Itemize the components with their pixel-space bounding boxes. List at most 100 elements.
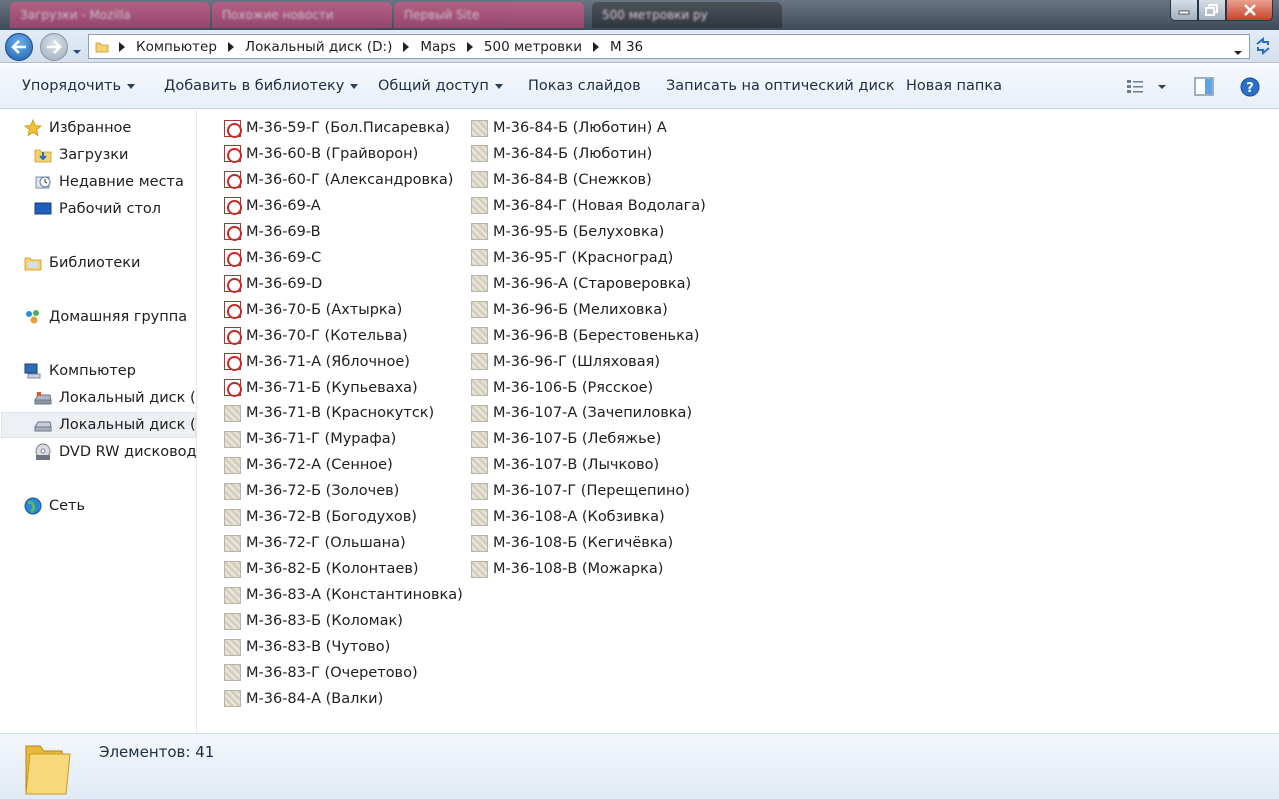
image-file-icon bbox=[224, 638, 241, 656]
file-item[interactable]: M-36-72-Б (Золочев) bbox=[224, 481, 399, 501]
file-item[interactable]: M-36-108-Б (Кегичёвка) bbox=[471, 533, 673, 553]
file-item[interactable]: M-36-60-В (Грайворон) bbox=[224, 144, 418, 164]
file-name: M-36-107-Б (Лебяжье) bbox=[493, 431, 662, 448]
file-item[interactable]: M-36-59-Г (Бол.Писаревка) bbox=[224, 118, 450, 138]
file-item[interactable]: M-36-83-Г (Очеретово) bbox=[224, 663, 418, 683]
image-file-icon bbox=[224, 508, 241, 526]
file-item[interactable]: M-36-72-А (Сенное) bbox=[224, 455, 393, 475]
file-item[interactable]: M-36-95-Б (Белуховка) bbox=[471, 222, 664, 242]
breadcrumb-maps[interactable]: Maps bbox=[403, 39, 467, 55]
breadcrumb-500-metrovki[interactable]: 500 метровки bbox=[466, 39, 593, 55]
image-file-icon bbox=[471, 508, 488, 526]
nav-homegroup[interactable]: Домашняя группа bbox=[24, 308, 187, 326]
nav-desktop[interactable]: Рабочий стол bbox=[34, 200, 161, 218]
close-icon bbox=[1243, 4, 1256, 16]
file-item[interactable]: M-36-71-Б (Купьеваха) bbox=[224, 378, 418, 398]
file-item[interactable]: M-36-107-Б (Лебяжье) bbox=[471, 429, 661, 449]
recent-pages-dropdown[interactable] bbox=[72, 43, 82, 59]
image-file-icon bbox=[471, 379, 488, 396]
close-button[interactable] bbox=[1226, 0, 1273, 21]
minimize-icon bbox=[1178, 10, 1190, 15]
preview-pane-button[interactable] bbox=[1194, 77, 1214, 101]
nav-drive-c[interactable]: Локальный диск (C:) bbox=[34, 389, 196, 407]
file-name: M-36-95-Б (Белуховка) bbox=[493, 223, 665, 240]
file-name: M-36-107-Г (Перещепино) bbox=[493, 483, 690, 500]
file-name: M-36-96-Б (Мелиховка) bbox=[493, 301, 668, 318]
file-item[interactable]: M-36-69-D bbox=[224, 274, 322, 294]
file-item[interactable]: M-36-84-Б (Люботин) bbox=[471, 144, 652, 164]
file-item[interactable]: M-36-107-Г (Перещепино) bbox=[471, 481, 690, 501]
file-item[interactable]: M-36-71-В (Краснокутск) bbox=[224, 403, 434, 423]
file-item[interactable]: M-36-107-А (Зачепиловка) bbox=[471, 403, 692, 423]
restore-icon bbox=[1205, 4, 1218, 16]
file-item[interactable]: M-36-83-В (Чутово) bbox=[224, 637, 390, 657]
file-item[interactable]: M-36-71-А (Яблочное) bbox=[224, 352, 410, 372]
refresh-button[interactable] bbox=[1253, 36, 1273, 56]
add-to-library-menu[interactable]: Добавить в библиотеку bbox=[164, 78, 359, 94]
forward-button[interactable] bbox=[40, 33, 68, 61]
address-bar[interactable]: Компьютер Локальный диск (D:) Maps 500 м… bbox=[88, 34, 1250, 59]
file-item[interactable]: M-36-84-В (Снежков) bbox=[471, 170, 652, 190]
file-item[interactable]: M-36-106-Б (Рясское) bbox=[471, 378, 653, 398]
file-item[interactable]: M-36-96-А (Староверовка) bbox=[471, 274, 691, 294]
file-item[interactable]: M-36-70-Г (Котельва) bbox=[224, 326, 408, 346]
file-item[interactable]: M-36-69-B bbox=[224, 222, 321, 242]
new-folder-button[interactable]: Новая папка bbox=[906, 78, 1002, 94]
file-name: M-36-59-Г (Бол.Писаревка) bbox=[246, 120, 451, 136]
organize-menu[interactable]: Упорядочить bbox=[22, 78, 135, 94]
file-item[interactable]: M-36-83-А (Константиновка) bbox=[224, 585, 463, 605]
nav-recent-places[interactable]: Недавние места bbox=[34, 173, 184, 191]
file-item[interactable]: M-36-60-Г (Александровка) bbox=[224, 170, 453, 190]
file-item[interactable]: M-36-70-Б (Ахтырка) bbox=[224, 300, 402, 320]
back-button[interactable] bbox=[5, 33, 33, 61]
nav-downloads[interactable]: Загрузки bbox=[34, 146, 128, 164]
restore-button[interactable] bbox=[1198, 0, 1226, 21]
nav-dvd-drive[interactable]: DVD RW дисковод ( bbox=[34, 443, 196, 461]
image-file-icon bbox=[471, 197, 488, 215]
file-item[interactable]: M-36-107-В (Лычково) bbox=[471, 455, 659, 475]
slideshow-button[interactable]: Показ слайдов bbox=[528, 78, 641, 94]
share-menu[interactable]: Общий доступ bbox=[378, 78, 503, 94]
file-item[interactable]: M-36-96-В (Берестовенька) bbox=[471, 326, 699, 346]
nav-libraries[interactable]: Библиотеки bbox=[24, 254, 140, 272]
file-item[interactable]: M-36-96-Б (Мелиховка) bbox=[471, 300, 668, 320]
file-item[interactable]: M-36-96-Г (Шляховая) bbox=[471, 352, 660, 372]
pdf-file-icon bbox=[224, 275, 242, 294]
image-file-icon bbox=[471, 301, 488, 319]
file-item[interactable]: M-36-83-Б (Коломак) bbox=[224, 611, 403, 631]
nav-drive-d[interactable]: Локальный диск (D:) bbox=[1, 412, 196, 438]
help-button[interactable]: ? bbox=[1240, 77, 1260, 101]
background-tab: Загрузки - Mozilla bbox=[10, 2, 210, 28]
file-item[interactable]: M-36-84-Г (Новая Водолага) bbox=[471, 196, 706, 216]
nav-network[interactable]: Сеть bbox=[24, 497, 85, 515]
file-item[interactable]: M-36-95-Г (Красноград) bbox=[471, 248, 673, 268]
file-item[interactable]: M-36-69-C bbox=[224, 248, 321, 268]
file-item[interactable]: M-36-84-А (Валки) bbox=[224, 689, 383, 709]
nav-computer[interactable]: Компьютер bbox=[24, 362, 136, 380]
burn-button[interactable]: Записать на оптический диск bbox=[666, 78, 895, 94]
file-item[interactable]: M-36-84-Б (Люботин) А bbox=[471, 118, 667, 138]
file-item[interactable]: M-36-69-A bbox=[224, 196, 321, 216]
file-item[interactable]: M-36-71-Г (Мурафа) bbox=[224, 429, 396, 449]
libraries-icon bbox=[24, 257, 42, 271]
file-item[interactable]: M-36-108-В (Можарка) bbox=[471, 559, 663, 579]
file-item[interactable]: M-36-72-Г (Ольшана) bbox=[224, 533, 406, 553]
breadcrumb-computer[interactable]: Компьютер bbox=[119, 39, 228, 55]
file-name: M-36-60-Г (Александровка) bbox=[246, 171, 454, 188]
file-name: M-36-69-D bbox=[246, 275, 323, 292]
image-file-icon bbox=[471, 119, 488, 137]
view-options-button[interactable] bbox=[1126, 77, 1170, 101]
image-file-icon bbox=[224, 456, 241, 474]
address-history-dropdown[interactable] bbox=[1233, 44, 1243, 60]
minimize-button[interactable] bbox=[1170, 0, 1198, 21]
file-item[interactable]: M-36-72-В (Богодухов) bbox=[224, 507, 417, 527]
arrow-right-icon bbox=[47, 40, 62, 54]
file-item[interactable]: M-36-82-Б (Колонтаев) bbox=[224, 559, 419, 579]
chevron-down-icon bbox=[1234, 51, 1242, 55]
file-name: M-36-106-Б (Рясское) bbox=[493, 379, 654, 396]
breadcrumb-drive-d[interactable]: Локальный диск (D:) bbox=[227, 39, 403, 55]
breadcrumb-m36[interactable]: M 36 bbox=[593, 39, 654, 55]
pdf-file-icon bbox=[224, 119, 242, 138]
file-item[interactable]: M-36-108-А (Кобзивка) bbox=[471, 507, 665, 527]
nav-favorites[interactable]: Избранное bbox=[24, 119, 131, 137]
